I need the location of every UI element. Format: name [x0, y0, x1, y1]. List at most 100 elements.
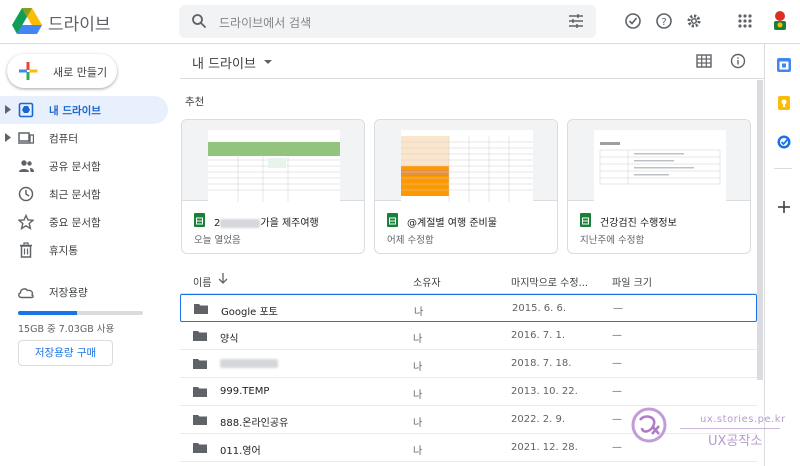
- account-avatar[interactable]: [769, 9, 791, 33]
- column-header-size[interactable]: 파일 크기: [612, 274, 652, 289]
- computer-icon: [18, 132, 34, 144]
- chevron-down-icon[interactable]: [264, 60, 272, 64]
- table-row[interactable]: 888.온라인공유 나 2022. 2. 9. —: [180, 406, 757, 434]
- sidebar-item-shared[interactable]: 공유 문서함: [0, 152, 168, 180]
- modified-cell: 2022. 2. 9.: [511, 414, 566, 425]
- my-drive-icon: [18, 102, 34, 118]
- owner-cell: 나: [413, 446, 423, 457]
- modified-cell: 2015. 6. 6.: [512, 303, 567, 314]
- drive-logo-icon[interactable]: [12, 8, 42, 34]
- buy-storage-button[interactable]: 저장용량 구매: [18, 340, 113, 366]
- breadcrumb[interactable]: 내 드라이브: [192, 53, 256, 72]
- suggested-file-card[interactable]: 2 가을 제주여행 오늘 열었음: [181, 119, 365, 254]
- redacted-text: [220, 358, 278, 368]
- apps-grid-icon[interactable]: [736, 12, 754, 30]
- document-preview: [594, 130, 726, 202]
- sidebar-item-trash[interactable]: 휴지통: [0, 236, 168, 264]
- column-header-modified[interactable]: 마지막으로 수정...: [511, 274, 588, 289]
- table-row[interactable]: 011.영어 나 2021. 12. 28. —: [180, 434, 757, 462]
- file-thumbnail: [568, 120, 750, 202]
- expand-arrow-icon[interactable]: [5, 133, 11, 142]
- sidebar-item-label: 공유 문서함: [49, 161, 101, 173]
- plus-icon: [19, 62, 38, 80]
- grid-view-icon[interactable]: [696, 54, 712, 68]
- expand-arrow-icon[interactable]: [5, 105, 11, 114]
- storage-progress-fill: [18, 311, 77, 315]
- rail-divider: [774, 168, 792, 169]
- size-cell: —: [613, 303, 623, 314]
- modified-cell: 2013. 10. 22.: [511, 386, 578, 397]
- app-title[interactable]: 드라이브: [48, 10, 111, 35]
- calendar-icon[interactable]: [776, 57, 792, 73]
- folder-icon: [193, 415, 207, 425]
- sidebar-item-label: 내 드라이브: [49, 105, 101, 117]
- suggested-section-title: 추천: [185, 96, 205, 108]
- storage-usage-text: 15GB 중 7.03GB 사용: [18, 324, 115, 335]
- column-header-name[interactable]: 이름: [193, 274, 211, 289]
- owner-cell: 나: [414, 307, 424, 318]
- folder-name: 888.온라인공유: [220, 418, 289, 429]
- table-row[interactable]: 999.TEMP 나 2013. 10. 22. —: [180, 378, 757, 406]
- suggested-file-card[interactable]: @계절별 여행 준비물 어제 수정함: [374, 119, 558, 254]
- file-name: 건강검진 수행정보: [600, 218, 677, 229]
- folder-icon: [193, 387, 207, 397]
- settings-icon[interactable]: [685, 12, 703, 30]
- file-thumbnail: [182, 120, 364, 202]
- watermark-logo: [631, 407, 667, 443]
- storage-label[interactable]: 저장용량: [49, 285, 88, 300]
- size-cell: —: [612, 330, 622, 341]
- folder-name: 999.TEMP: [220, 386, 270, 397]
- modified-cell: 2018. 7. 18.: [511, 358, 572, 369]
- top-bar: 드라이브 드라이브에서 검색 ?: [0, 0, 800, 44]
- sheets-file-icon: [194, 213, 205, 227]
- file-activity: 오늘 열었음: [194, 235, 241, 246]
- folder-icon: [193, 443, 207, 453]
- file-activity: 지난주에 수정함: [580, 235, 645, 246]
- sidebar-item-my-drive[interactable]: 내 드라이브: [0, 96, 168, 124]
- size-cell: —: [612, 442, 622, 453]
- sheets-file-icon: [387, 213, 398, 227]
- side-panel-rail: [764, 44, 800, 466]
- folder-icon: [193, 359, 207, 369]
- owner-cell: 나: [413, 390, 423, 401]
- search-icon[interactable]: [191, 13, 207, 29]
- sidebar-item-label: 최근 문서함: [49, 189, 101, 201]
- help-icon[interactable]: ?: [655, 12, 673, 30]
- info-icon[interactable]: [730, 53, 746, 69]
- search-input[interactable]: 드라이브에서 검색: [219, 14, 311, 31]
- add-addon-icon[interactable]: [776, 199, 792, 215]
- suggested-file-card[interactable]: 건강검진 수행정보 지난주에 수정함: [567, 119, 751, 254]
- keep-icon[interactable]: [776, 95, 792, 111]
- folder-name: 011.영어: [220, 446, 261, 457]
- watermark-divider: [680, 428, 780, 429]
- table-row[interactable]: Google 포토 나 2015. 6. 6. —: [180, 294, 757, 322]
- tune-icon[interactable]: [568, 13, 584, 29]
- redacted-text: [220, 218, 261, 228]
- cloud-icon: [18, 288, 34, 299]
- sidebar-item-recent[interactable]: 최근 문서함: [0, 180, 168, 208]
- sidebar-item-label: 휴지통: [49, 245, 78, 257]
- owner-cell: 나: [413, 334, 423, 345]
- folder-icon: [193, 331, 207, 341]
- scrollbar[interactable]: [757, 80, 763, 380]
- sidebar-item-label: 컴퓨터: [49, 133, 78, 145]
- column-header-owner[interactable]: 소유자: [413, 274, 441, 289]
- sidebar-item-computers[interactable]: 컴퓨터: [0, 124, 168, 152]
- sidebar-item-starred[interactable]: 중요 문서함: [0, 208, 168, 236]
- shared-people-icon: [19, 160, 34, 172]
- star-icon: [18, 214, 34, 230]
- folder-name: [220, 358, 278, 369]
- new-button-label: 새로 만들기: [53, 66, 108, 79]
- clock-icon: [18, 186, 34, 202]
- tasks-icon[interactable]: [776, 134, 792, 150]
- offline-check-icon[interactable]: [624, 12, 642, 30]
- table-row[interactable]: 양식 나 2016. 7. 1. —: [180, 322, 757, 350]
- svg-text:?: ?: [661, 17, 666, 28]
- folder-name: Google 포토: [221, 307, 278, 318]
- size-cell: —: [612, 414, 622, 425]
- sort-arrow-down-icon[interactable]: [218, 272, 228, 284]
- new-button[interactable]: 새로 만들기: [7, 54, 117, 88]
- size-cell: —: [612, 386, 622, 397]
- search-bar[interactable]: 드라이브에서 검색: [179, 5, 596, 38]
- table-row[interactable]: 나 2018. 7. 18. —: [180, 350, 757, 378]
